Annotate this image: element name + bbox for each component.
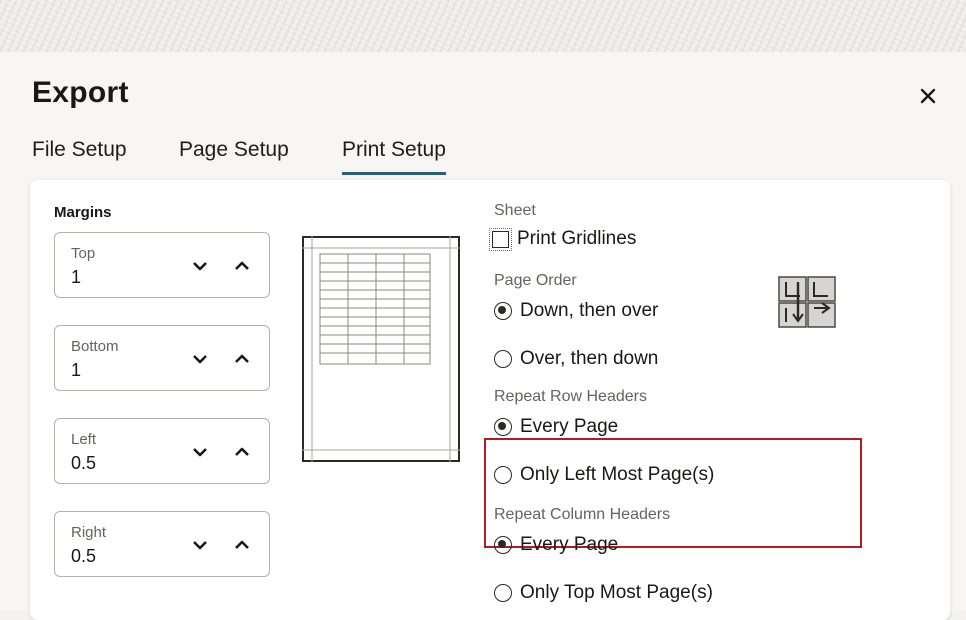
- radio-label: Only Top Most Page(s): [520, 582, 713, 603]
- radio-unselected-icon[interactable]: [494, 350, 512, 368]
- page-order-down-then-over-radio[interactable]: Down, then over: [494, 300, 658, 322]
- radio-selected-icon[interactable]: [494, 418, 512, 436]
- print-gridlines-label: Print Gridlines: [517, 228, 637, 249]
- tab-print-setup[interactable]: Print Setup: [342, 138, 446, 175]
- repeat-row-headers-label: Repeat Row Headers: [494, 388, 647, 405]
- stepper-value[interactable]: 0.5: [71, 546, 96, 567]
- margins-label: Margins: [54, 204, 112, 221]
- page-order-label: Page Order: [494, 272, 577, 289]
- chevron-up-icon: [235, 447, 249, 456]
- chevron-up-icon: [235, 540, 249, 549]
- increment-button[interactable]: [229, 346, 255, 372]
- increment-button[interactable]: [229, 439, 255, 465]
- radio-label: Only Left Most Page(s): [520, 464, 715, 485]
- focus-ring: [489, 227, 512, 251]
- radio-label: Every Page: [520, 416, 619, 437]
- chevron-up-icon: [235, 354, 249, 363]
- radio-label: Over, then down: [520, 348, 659, 369]
- page-order-over-then-down-radio[interactable]: Over, then down: [494, 348, 658, 370]
- decrement-button[interactable]: [187, 439, 213, 465]
- print-gridlines-checkbox[interactable]: Print Gridlines: [489, 227, 637, 251]
- export-dialog: Export File Setup Page Setup Print Setup…: [0, 52, 966, 620]
- column-headers-every-page-radio[interactable]: Every Page: [494, 534, 618, 556]
- radio-selected-icon[interactable]: [494, 302, 512, 320]
- radio-selected-icon[interactable]: [494, 536, 512, 554]
- stepper-value[interactable]: 1: [71, 267, 81, 288]
- page-preview-icon: [302, 236, 460, 462]
- repeat-column-headers-label: Repeat Column Headers: [494, 506, 671, 523]
- page-order-icon: [778, 276, 836, 328]
- stepper-label: Top: [71, 245, 96, 262]
- increment-button[interactable]: [229, 253, 255, 279]
- close-button[interactable]: [910, 78, 946, 114]
- highlight-box: [484, 438, 862, 548]
- radio-unselected-icon[interactable]: [494, 466, 512, 484]
- chevron-down-icon: [193, 541, 207, 550]
- radio-unselected-icon[interactable]: [494, 584, 512, 602]
- chevron-down-icon: [193, 448, 207, 457]
- close-icon: [920, 88, 936, 104]
- margin-left-stepper[interactable]: Left 0.5: [54, 418, 270, 484]
- row-headers-every-page-radio[interactable]: Every Page: [494, 416, 618, 438]
- stepper-label: Bottom: [71, 338, 119, 355]
- row-headers-only-left-most-radio[interactable]: Only Left Most Page(s): [494, 464, 714, 486]
- increment-button[interactable]: [229, 532, 255, 558]
- decrement-button[interactable]: [187, 346, 213, 372]
- background-texture-strip: [0, 0, 966, 52]
- chevron-down-icon: [193, 262, 207, 271]
- tab-file-setup[interactable]: File Setup: [32, 138, 127, 172]
- chevron-up-icon: [235, 261, 249, 270]
- stepper-label: Left: [71, 431, 97, 448]
- decrement-button[interactable]: [187, 532, 213, 558]
- print-setup-panel: Margins Top 1 Bottom 1 Left 0.5 Right 0.…: [30, 180, 950, 620]
- column-headers-only-top-most-radio[interactable]: Only Top Most Page(s): [494, 582, 713, 604]
- checkbox-box[interactable]: [492, 230, 509, 248]
- stepper-label: Right: [71, 524, 107, 541]
- radio-label: Down, then over: [520, 300, 659, 321]
- tab-page-setup[interactable]: Page Setup: [179, 138, 289, 172]
- stepper-value[interactable]: 1: [71, 360, 81, 381]
- margin-right-stepper[interactable]: Right 0.5: [54, 511, 270, 577]
- stepper-value[interactable]: 0.5: [71, 453, 96, 474]
- sheet-label: Sheet: [494, 202, 536, 219]
- margin-top-stepper[interactable]: Top 1: [54, 232, 270, 298]
- dialog-title: Export: [32, 76, 129, 109]
- decrement-button[interactable]: [187, 253, 213, 279]
- chevron-down-icon: [193, 355, 207, 364]
- margin-bottom-stepper[interactable]: Bottom 1: [54, 325, 270, 391]
- radio-label: Every Page: [520, 534, 619, 555]
